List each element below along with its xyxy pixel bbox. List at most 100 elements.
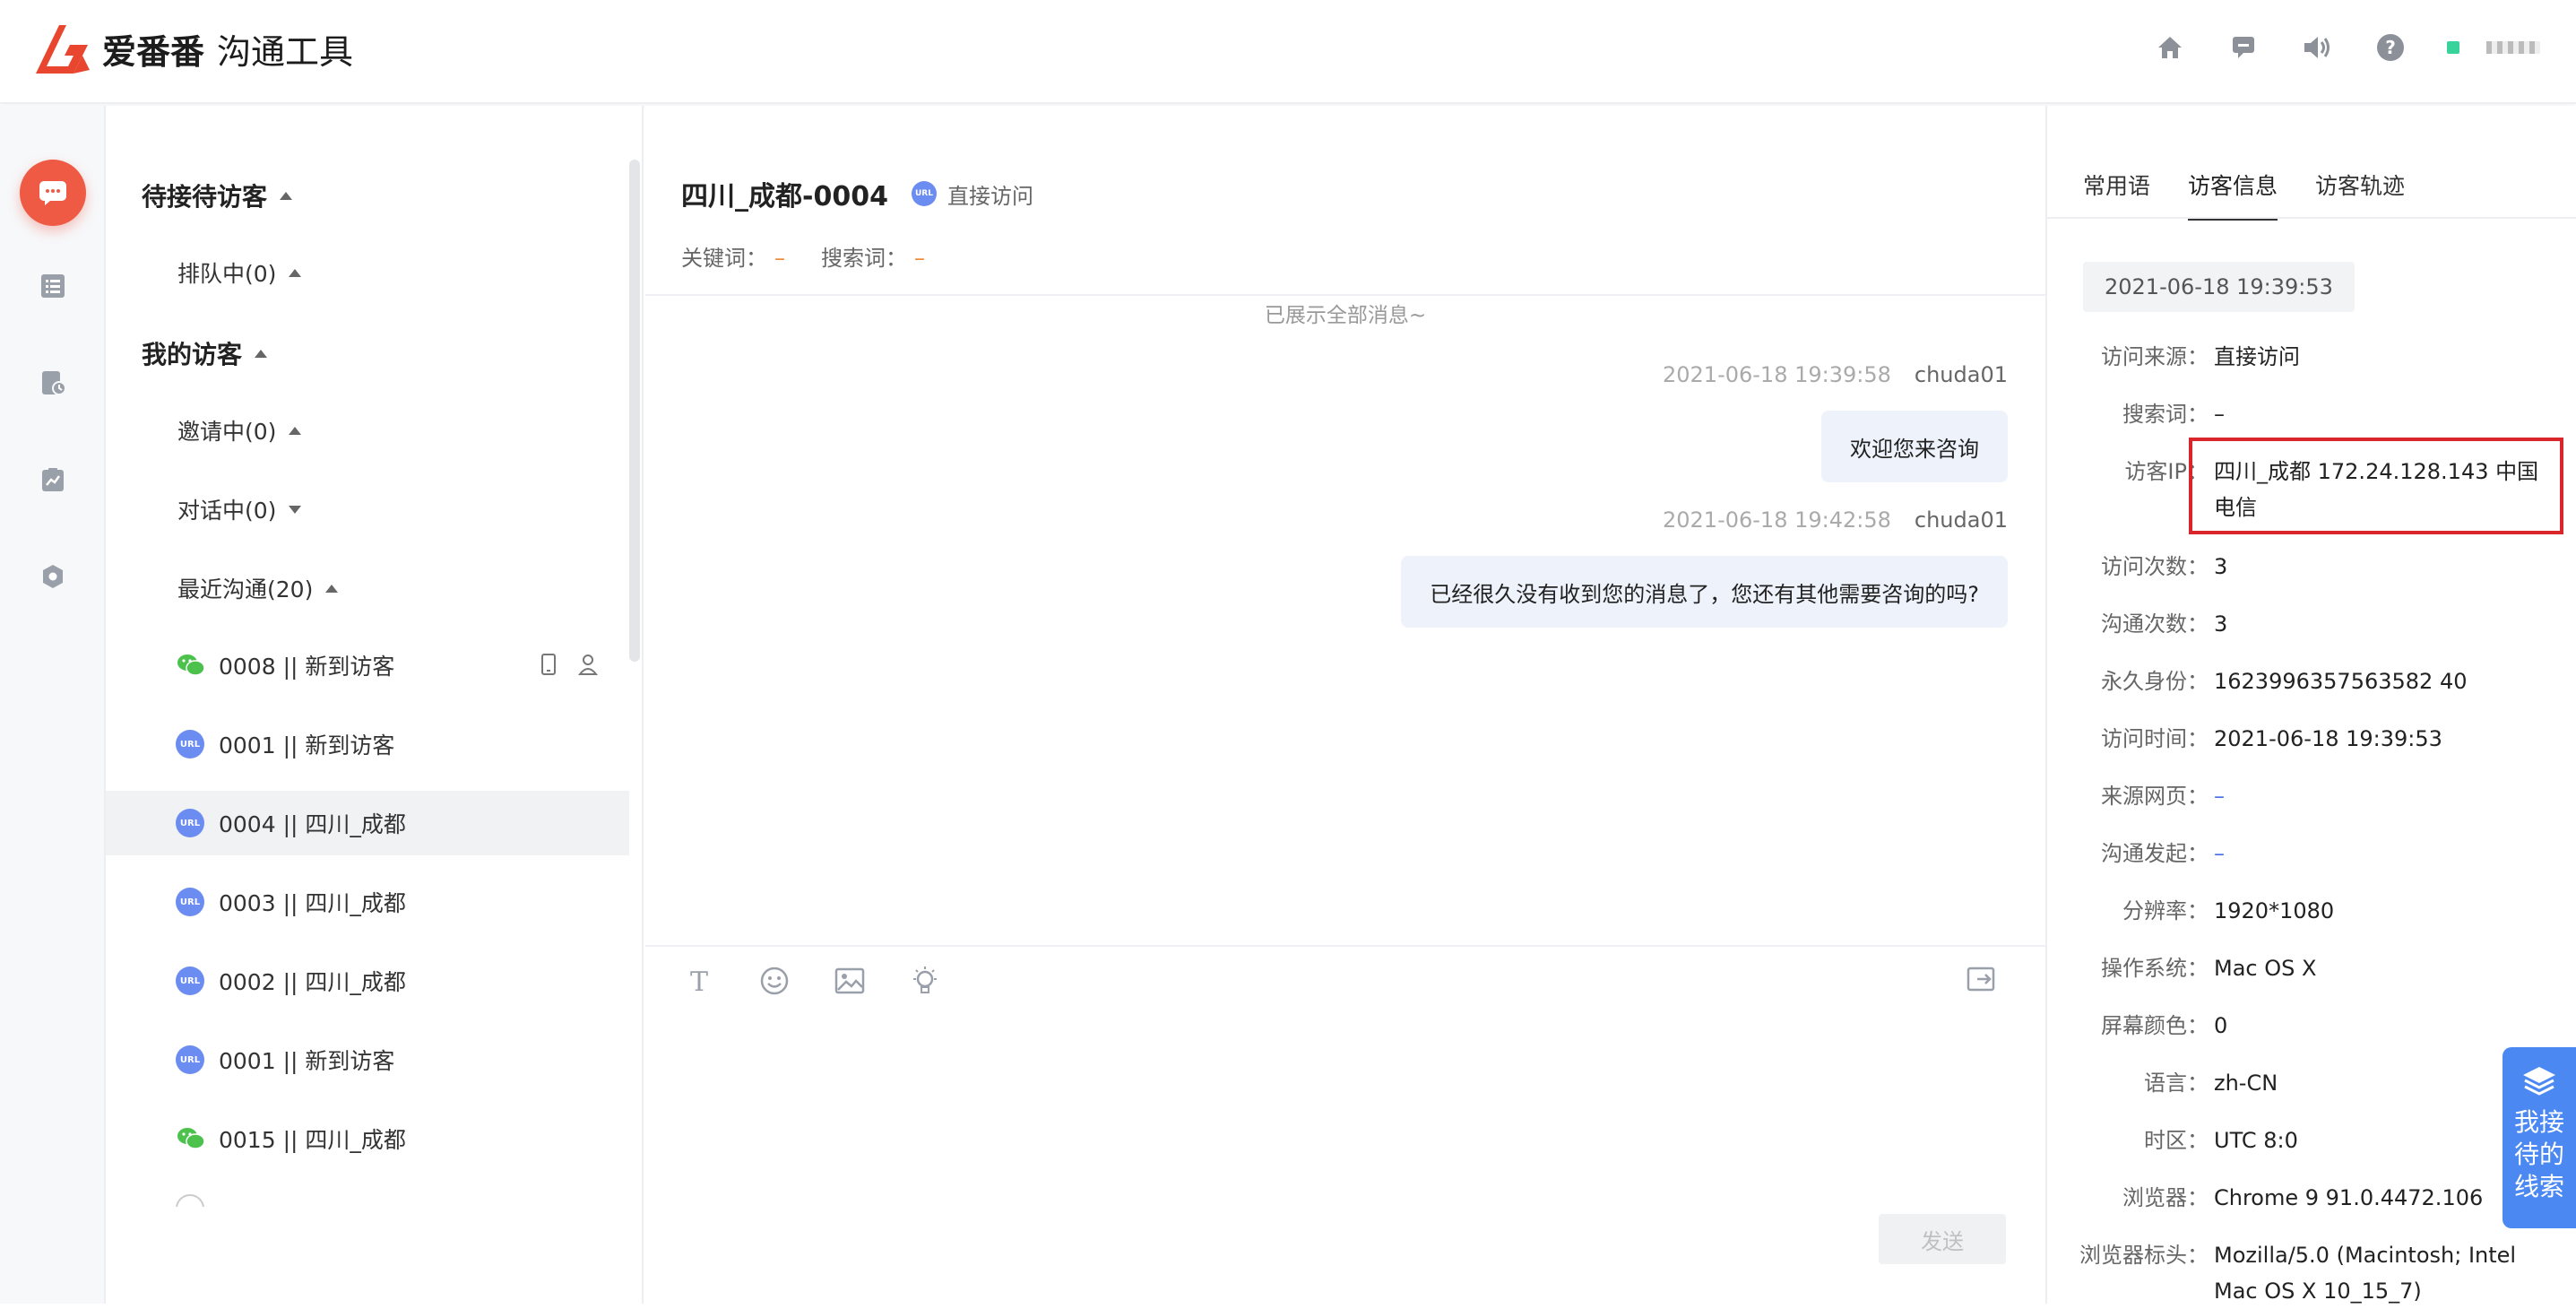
info-row-resolution: 分辨率： 1920*1080	[2047, 893, 2576, 929]
chat-title: 四川_成都-0004	[681, 181, 888, 212]
caret-down-icon	[289, 505, 302, 514]
info-row-identity: 永久身份： 1623996357563582 40	[2047, 663, 2576, 699]
list-item-partial[interactable]	[106, 1189, 629, 1207]
header-divider	[645, 294, 2045, 296]
info-key: 永久身份：	[2101, 669, 2209, 694]
logo[interactable]: 爱番番 沟通工具	[32, 20, 353, 77]
svg-text:?: ?	[2385, 37, 2396, 58]
my-visitors-header[interactable]: 我的访客	[142, 335, 268, 371]
transfer-icon[interactable]	[1967, 965, 1997, 997]
info-value[interactable]: –	[2214, 778, 2554, 814]
idea-bulb-icon[interactable]	[907, 963, 943, 999]
list-item-selected[interactable]: URL 0004 || 四川_成都	[106, 791, 629, 855]
message-bubble: 已经很久没有收到您的消息了，您还有其他需要咨询的吗?	[1401, 556, 2008, 628]
list-item[interactable]: URL 0001 || 新到访客	[106, 712, 629, 776]
caret-up-icon	[255, 349, 268, 358]
composer-divider	[645, 945, 2045, 947]
info-row-color: 屏幕颜色： 0	[2047, 1008, 2576, 1044]
search-term-label: 搜索词：	[821, 246, 907, 271]
caret-up-icon	[289, 268, 302, 277]
mobile-icon	[541, 654, 556, 675]
top-bar: 爱番番 沟通工具 ?	[0, 0, 2576, 104]
chat-nav-icon[interactable]	[20, 160, 86, 226]
info-key: 浏览器标头：	[2079, 1243, 2209, 1268]
tab-phrases[interactable]: 常用语	[2083, 169, 2150, 221]
tab-visitor-trail[interactable]: 访客轨迹	[2315, 169, 2405, 221]
visitor-label: 0004 || 四川_成都	[219, 811, 406, 837]
list-item[interactable]: URL 0001 || 新到访客	[106, 1027, 629, 1092]
image-icon[interactable]	[832, 963, 868, 999]
visitor-list-panel: 待接待访客 排队中(0) 我的访客 邀请中(0) 对话中(0) 最近沟通(20)…	[106, 106, 644, 1304]
message-icon[interactable]	[2226, 30, 2260, 65]
info-value: 3	[2214, 554, 2228, 579]
info-row-timezone: 时区： UTC 8:0	[2047, 1123, 2576, 1158]
info-key: 语言：	[2144, 1071, 2209, 1096]
composer-toolbar: T	[681, 963, 943, 999]
info-value[interactable]: –	[2214, 836, 2554, 871]
info-row-initiator: 沟通发起： –	[2047, 836, 2576, 871]
tab-visitor-info[interactable]: 访客信息	[2188, 169, 2278, 221]
info-tabs: 常用语 访客信息 访客轨迹	[2083, 169, 2405, 221]
list-item[interactable]: 0008 || 新到访客	[106, 633, 629, 698]
info-row-source: 访问来源： 直接访问	[2047, 339, 2576, 375]
recent-group[interactable]: 最近沟通(20)	[177, 572, 339, 604]
message-meta: 2021-06-18 19:39:58 chuda01	[1663, 362, 2008, 387]
logo-icon	[36, 25, 90, 74]
inviting-label: 邀请中(0)	[177, 419, 277, 445]
info-value: Mac OS X	[2214, 956, 2317, 981]
keyword-bar: 关键词： – 搜索词： –	[681, 240, 925, 272]
home-icon[interactable]	[2153, 30, 2187, 65]
info-value: 直接访问	[2214, 344, 2300, 369]
url-badge-icon: URL	[176, 967, 204, 995]
speaker-icon[interactable]	[2300, 30, 2334, 65]
info-value: 3	[2214, 611, 2228, 637]
list-item[interactable]: URL 0002 || 四川_成都	[106, 949, 629, 1013]
all-messages-shown: 已展示全部消息~	[1264, 304, 1427, 327]
online-status-dot	[2447, 41, 2459, 54]
history-nav-icon[interactable]	[20, 350, 86, 416]
brand-name: 爱番番	[102, 31, 205, 72]
settings-nav-icon[interactable]	[20, 543, 86, 610]
list-scrollbar[interactable]	[629, 160, 640, 662]
send-button[interactable]: 发送	[1879, 1214, 2006, 1264]
info-value: 1920*1080	[2214, 898, 2335, 923]
report-nav-icon[interactable]	[20, 446, 86, 513]
info-key: 操作系统：	[2101, 956, 2209, 981]
visit-source: 直接访问	[947, 183, 1033, 209]
visitor-label: 0001 || 新到访客	[219, 1048, 395, 1074]
info-key: 沟通次数：	[2101, 611, 2209, 637]
keyword-label: 关键词：	[681, 246, 767, 271]
caret-up-icon	[325, 584, 339, 593]
float-label: 我接待的线索	[2514, 1107, 2565, 1201]
waiting-visitors-label: 待接待访客	[142, 182, 268, 212]
list-item[interactable]: URL 0003 || 四川_成都	[106, 870, 629, 934]
info-key: 沟通发起：	[2101, 841, 2209, 866]
help-icon[interactable]: ?	[2373, 30, 2407, 65]
inviting-group[interactable]: 邀请中(0)	[177, 414, 302, 446]
info-row-search: 搜索词： –	[2047, 396, 2576, 432]
list-item[interactable]: 0015 || 四川_成都	[106, 1106, 629, 1171]
text-format-icon[interactable]: T	[681, 963, 717, 999]
info-value: 0	[2214, 1013, 2228, 1038]
emoji-icon[interactable]	[756, 963, 792, 999]
svg-text:T: T	[690, 967, 708, 995]
list-nav-icon[interactable]	[20, 253, 86, 319]
talking-group[interactable]: 对话中(0)	[177, 493, 302, 525]
queue-group[interactable]: 排队中(0)	[177, 256, 302, 289]
message-agent: chuda01	[1914, 507, 2008, 533]
info-key: 访客IP：	[2124, 459, 2209, 484]
url-badge-icon: URL	[176, 809, 204, 837]
talking-label: 对话中(0)	[177, 498, 277, 524]
info-key: 来源网页：	[2101, 784, 2209, 809]
visitor-label: 0002 || 四川_成都	[219, 969, 406, 995]
info-row-language: 语言： zh-CN	[2047, 1065, 2576, 1101]
chat-panel: 四川_成都-0004 URL 直接访问 关键词： – 搜索词： – 已展示全部消息~…	[645, 106, 2045, 1304]
waiting-visitors-header[interactable]: 待接待访客	[142, 178, 293, 213]
info-row-referrer: 来源网页： –	[2047, 778, 2576, 814]
my-leads-float-button[interactable]: 我接待的线索	[2503, 1047, 2576, 1228]
visit-timestamp: 2021-06-18 19:39:53	[2083, 262, 2355, 312]
message-agent: chuda01	[1914, 362, 2008, 387]
info-key: 访问时间：	[2101, 726, 2209, 751]
user-menu[interactable]	[2447, 41, 2540, 54]
message-bubble: 欢迎您来咨询	[1821, 411, 2008, 482]
